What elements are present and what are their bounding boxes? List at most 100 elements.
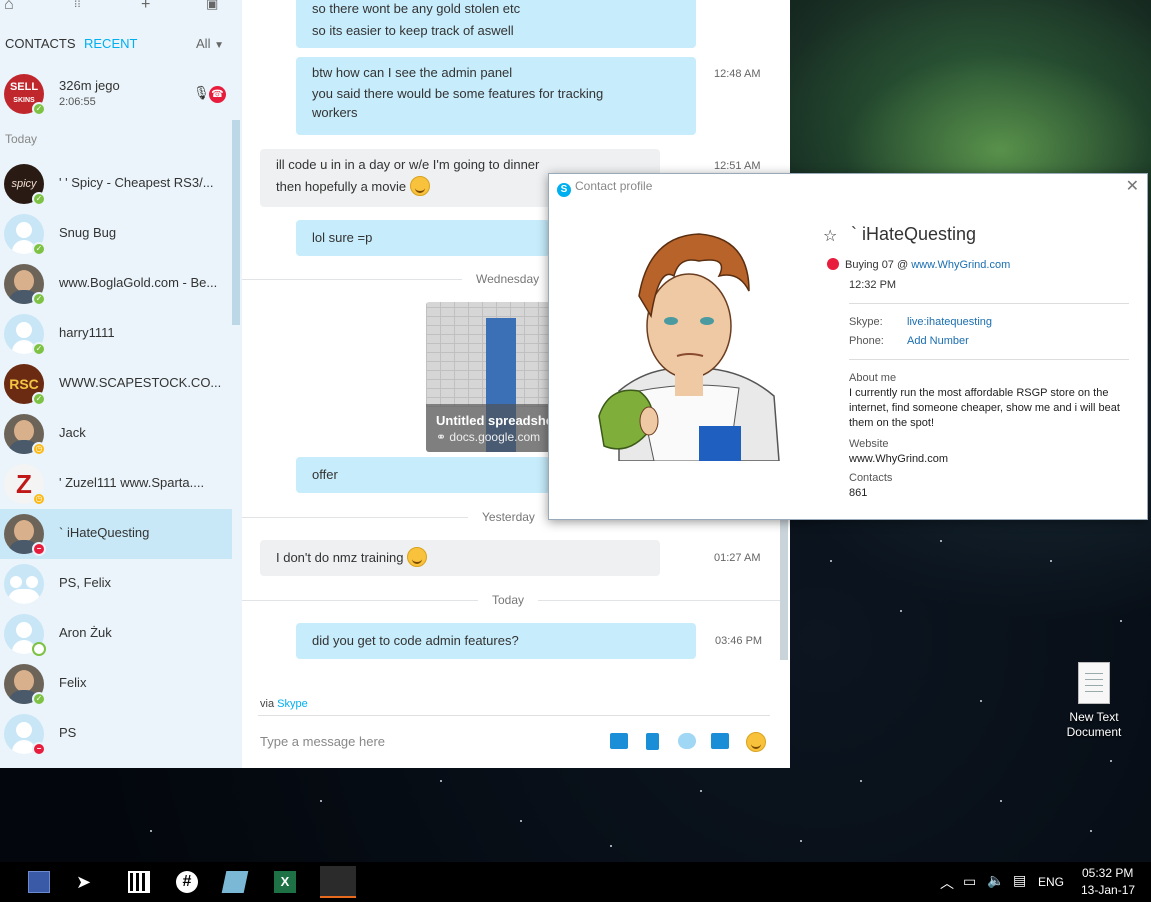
emoticon-picker-icon[interactable] (746, 732, 766, 752)
spreadsheet-attachment[interactable]: Untitled spreadsheet ⚭ docs.google.com (426, 302, 550, 452)
profile-local-time: 12:32 PM (849, 279, 897, 291)
filter-dropdown[interactable]: All ▼ (196, 36, 224, 51)
contact-list-item[interactable]: PS, Felix (0, 559, 232, 609)
tab-contacts[interactable]: CONTACTS (5, 36, 76, 51)
contact-list-item[interactable]: ✓ Snug Bug (0, 209, 232, 259)
favorite-star-icon[interactable]: ☆ (823, 226, 837, 246)
chat-scrollbar[interactable] (780, 520, 788, 660)
clock-date[interactable]: 13-Jan-17 (1081, 883, 1135, 897)
contact-list-item[interactable]: RSC ✓ WWW.SCAPESTOCK.CO... (0, 359, 232, 409)
message-bubble-incoming[interactable]: I don't do nmz training (260, 540, 660, 576)
contact-list-item[interactable]: ✓ harry1111 (0, 309, 232, 359)
desktop-icon-label: Document (1066, 725, 1122, 739)
via-skype: via Skype (260, 698, 308, 710)
offline-status-icon (32, 642, 46, 656)
contact-name: ' ' Spicy - Cheapest RS3/... (59, 175, 214, 190)
contact-list-item[interactable]: Z ◷ ' Zuzel111 www.Sparta.... (0, 459, 232, 509)
close-icon[interactable]: ✕ (1126, 176, 1139, 196)
online-status-icon: ✓ (32, 242, 46, 256)
contact-profile-window: S Contact profile ✕ ☆ ` iHateQuesting Buy… (548, 173, 1148, 520)
desktop-app-icon[interactable] (28, 871, 50, 893)
contact-name: Felix (59, 675, 87, 690)
avatar: ✓ (4, 664, 46, 706)
contact-name: PS, Felix (59, 575, 112, 590)
contact-name: ` iHateQuesting (59, 525, 150, 540)
avatar: ✓ (4, 314, 46, 356)
smile-emoji-icon (409, 176, 430, 196)
message-timestamp: 03:46 PM (715, 635, 763, 647)
contact-name: Jack (59, 425, 86, 440)
message-text: so there wont be any gold stolen etc (312, 1, 521, 16)
send-file-icon[interactable] (646, 733, 659, 750)
sidebar-scrollbar[interactable] (232, 120, 240, 325)
day-label-today: Today (478, 593, 539, 607)
message-text: I don't do nmz training (276, 546, 644, 569)
desktop-icon-new-text-document[interactable]: New Text Document (1058, 662, 1130, 740)
dialpad-icon[interactable]: ⁞⁞ (74, 0, 81, 10)
volume-icon[interactable]: 🔈 (987, 872, 1004, 889)
website-label: Website (849, 438, 889, 450)
hang-up-icon[interactable]: ☎ (209, 86, 226, 103)
contacts-book-icon[interactable]: ▣ (206, 0, 218, 12)
skype-id-link[interactable]: live:ihatequesting (907, 316, 992, 328)
online-status-icon: ✓ (32, 292, 46, 306)
excel-icon[interactable]: X (274, 871, 296, 893)
add-icon[interactable]: + (141, 0, 150, 14)
message-bubble[interactable]: did you get to code admin features? (296, 623, 696, 659)
send-contact-icon[interactable] (711, 733, 729, 749)
sidebar: ⌂ ⁞⁞ + ▣ CONTACTS RECENT All ▼ SELL SKINS… (0, 0, 242, 768)
video-message-icon[interactable] (678, 733, 696, 749)
contact-name: WWW.SCAPESTOCK.CO... (59, 375, 222, 390)
message-bubble[interactable]: lol sure =p (296, 220, 550, 256)
skype-link[interactable]: Skype (277, 698, 308, 710)
contact-list-item[interactable]: Aron Żuk (0, 609, 232, 659)
cursor-icon[interactable]: ➤ (76, 871, 98, 893)
avatar: ✓ (4, 214, 46, 256)
contact-list-item[interactable]: − ` iHateQuesting (0, 509, 232, 559)
clock-time[interactable]: 05:32 PM (1082, 866, 1133, 880)
media-gallery-icon[interactable] (610, 733, 628, 749)
avatar (4, 614, 46, 656)
contact-list-item[interactable]: ✓ www.BoglaGold.com - Be... (0, 259, 232, 309)
chevron-up-icon[interactable]: ︿ (940, 873, 954, 893)
tab-recent[interactable]: RECENT (84, 36, 137, 51)
media-app-icon[interactable] (320, 866, 356, 898)
phone-label: Phone: (849, 335, 884, 347)
attachment-title: Untitled spreadsheet (436, 413, 550, 428)
calculator-icon[interactable] (128, 871, 150, 893)
active-call-item[interactable]: SELL SKINS ✓ 326m jego 2:06:55 🎙 ☎ (0, 70, 232, 116)
contact-name: Snug Bug (59, 225, 117, 240)
network-icon[interactable]: ▭ (963, 873, 976, 890)
profile-window-title: S Contact profile (557, 179, 652, 197)
slack-icon[interactable]: # (176, 871, 198, 893)
home-icon[interactable]: ⌂ (4, 0, 14, 14)
contact-name: harry1111 (59, 325, 115, 340)
message-input[interactable]: Type a message here (260, 734, 385, 749)
about-me-text: I currently run the most affordable RSGP… (849, 387, 1120, 429)
add-number-link[interactable]: Add Number (907, 335, 969, 347)
profile-name: ` iHateQuesting (851, 224, 977, 244)
language-indicator[interactable]: ENG (1038, 875, 1064, 889)
message-timestamp: 12:48 AM (714, 68, 761, 80)
away-status-icon: ◷ (32, 442, 46, 456)
message-bubble[interactable]: so there wont be any gold stolen etc so … (296, 0, 696, 48)
contact-list-item[interactable]: spicy ✓ ' ' Spicy - Cheapest RS3/... (0, 159, 232, 209)
message-text: btw how can I see the admin panel (312, 65, 513, 80)
taskbar: ➤ # X ︿ ▭ 🔈 ▤ ENG 05:32 PM 13-Jan-17 (0, 862, 1151, 902)
link-icon: ⚭ (436, 430, 447, 444)
section-header-today: Today (5, 132, 38, 146)
contact-list-item[interactable]: ◷ Jack (0, 409, 232, 459)
call-contact-name: 326m jego (59, 78, 120, 93)
website-link[interactable]: www.WhyGrind.com (849, 452, 1134, 467)
avatar: ◷ (4, 414, 46, 456)
contact-list-item[interactable]: − PS (0, 709, 232, 759)
message-bubble[interactable]: btw how can I see the admin panel you sa… (296, 57, 696, 135)
message-bubble[interactable]: offer (296, 457, 550, 493)
notes-app-icon[interactable] (221, 871, 249, 893)
action-center-icon[interactable]: ▤ (1013, 872, 1026, 889)
avatar: SELL SKINS ✓ (4, 74, 46, 116)
message-text: workers (312, 105, 358, 120)
microphone-icon[interactable]: 🎙 (193, 85, 210, 101)
contact-list-item[interactable]: ✓ Felix (0, 659, 232, 709)
mood-link[interactable]: www.WhyGrind.com (911, 259, 1010, 271)
